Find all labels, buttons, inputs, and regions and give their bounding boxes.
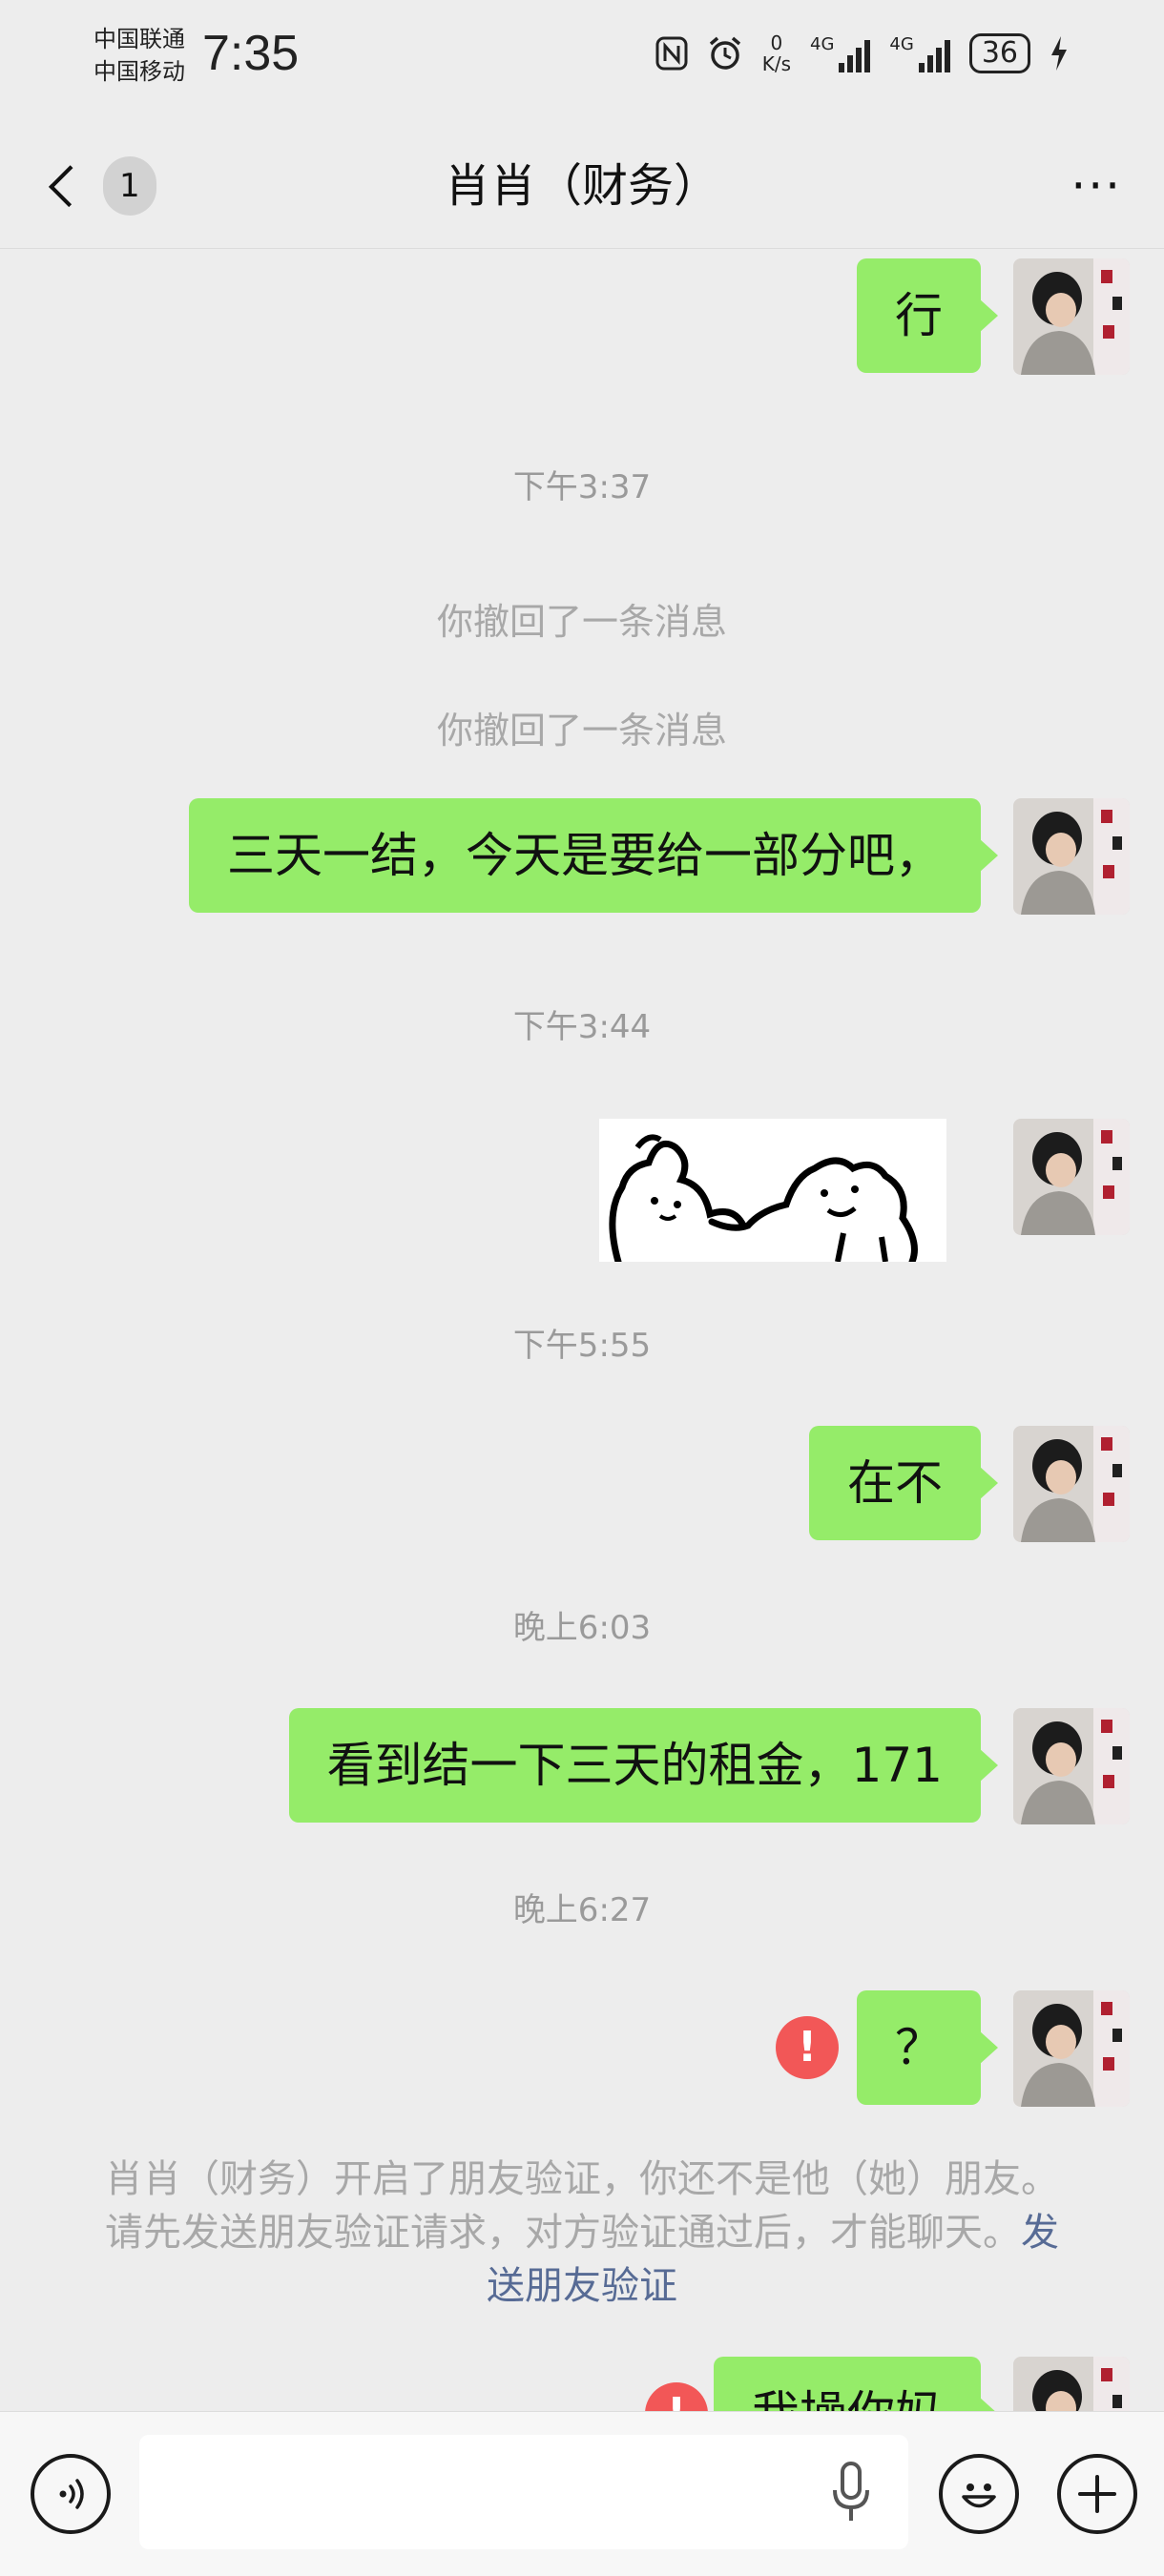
- avatar[interactable]: [1013, 1708, 1130, 1824]
- message-input[interactable]: [139, 2435, 908, 2549]
- sticker-image[interactable]: [599, 1119, 946, 1262]
- avatar[interactable]: [1013, 798, 1130, 915]
- plus-icon: [1078, 2475, 1116, 2513]
- send-failed-icon[interactable]: !: [645, 2382, 708, 2411]
- status-time: 7:35: [202, 26, 300, 81]
- signal-2-label: 4G: [889, 34, 914, 54]
- avatar[interactable]: [1013, 1119, 1130, 1235]
- message-bubble[interactable]: 行: [857, 258, 998, 373]
- avatar[interactable]: [1013, 258, 1130, 375]
- microphone-icon[interactable]: [832, 2462, 870, 2523]
- nfc-icon: [655, 36, 688, 71]
- alarm-icon: [709, 36, 740, 70]
- message-row: 三天一结，今天是要给一部分吧，: [128, 798, 1130, 915]
- net-speed: 0 K/s: [762, 32, 791, 74]
- message-list[interactable]: 行 下午3:37 你撤回了一条消息 你撤回了一条消息 三天一结，今天是要给一部分…: [0, 249, 1164, 2411]
- message-bubble[interactable]: 看到结一下三天的租金，171: [288, 1708, 999, 1823]
- net-speed-unit: K/s: [761, 52, 791, 75]
- status-icons: 0 K/s 4G 4G 36: [655, 32, 1069, 74]
- friend-verification-notice: 肖肖（财务）开启了朋友验证，你还不是他（她）朋友。请先发送朋友验证请求，对方验证…: [95, 2153, 1069, 2313]
- timestamp: 下午3:37: [512, 468, 652, 506]
- signal-icon: 4G: [889, 34, 950, 72]
- message-row: 看到结一下三天的租金，171: [176, 1708, 1130, 1824]
- emoji-icon: [962, 2483, 996, 2508]
- message-row: 行: [557, 258, 1130, 375]
- avatar[interactable]: [1013, 1990, 1130, 2107]
- more-button[interactable]: ···: [1070, 162, 1122, 210]
- voice-toggle-button[interactable]: [31, 2454, 111, 2534]
- battery-icon: 36: [968, 33, 1030, 73]
- voice-icon: [59, 2479, 84, 2509]
- recall-notice: 你撤回了一条消息: [436, 601, 727, 643]
- chat-header: 1 肖肖（财务） ···: [0, 124, 1164, 249]
- message-row: 在不: [557, 1426, 1130, 1542]
- charging-icon: [1051, 36, 1067, 71]
- message-row: ! ？: [557, 1990, 1130, 2107]
- message-bubble[interactable]: 我操你妈: [714, 2357, 998, 2411]
- timestamp: 晚上6:03: [512, 1609, 652, 1647]
- signal-1-label: 4G: [810, 34, 835, 54]
- message-bubble[interactable]: 三天一结，今天是要给一部分吧，: [189, 798, 998, 913]
- message-bubble[interactable]: 在不: [809, 1426, 998, 1540]
- message-row: ! 我操你妈: [462, 2357, 1130, 2411]
- carrier-1: 中国联通: [94, 26, 185, 52]
- timestamp: 下午5:55: [512, 1327, 652, 1365]
- recall-notice: 你撤回了一条消息: [436, 710, 727, 752]
- send-failed-icon[interactable]: !: [776, 2016, 839, 2079]
- message-bubble[interactable]: ？: [857, 1990, 998, 2105]
- avatar[interactable]: [1013, 1426, 1130, 1542]
- notice-text: 肖肖（财务）开启了朋友验证，你还不是他（她）朋友。请先发送朋友验证请求，对方验证…: [105, 2157, 1059, 2255]
- carrier-names: 中国联通 中国移动: [94, 23, 185, 88]
- timestamp: 晚上6:27: [512, 1891, 652, 1929]
- chat-title: 肖肖（财务）: [444, 159, 719, 213]
- net-speed-value: 0: [770, 31, 783, 54]
- carrier-2: 中国移动: [94, 58, 185, 85]
- message-row: [557, 1119, 1130, 1262]
- timestamp: 下午3:44: [512, 1008, 652, 1046]
- more-functions-button[interactable]: [1057, 2454, 1137, 2534]
- input-bar: [0, 2411, 1164, 2576]
- avatar[interactable]: [1013, 2357, 1130, 2411]
- status-bar: 中国联通 中国移动 7:35 0 K/s 4G 4G 36: [0, 0, 1164, 124]
- emoji-button[interactable]: [939, 2454, 1019, 2534]
- signal-icon: 4G: [810, 34, 871, 72]
